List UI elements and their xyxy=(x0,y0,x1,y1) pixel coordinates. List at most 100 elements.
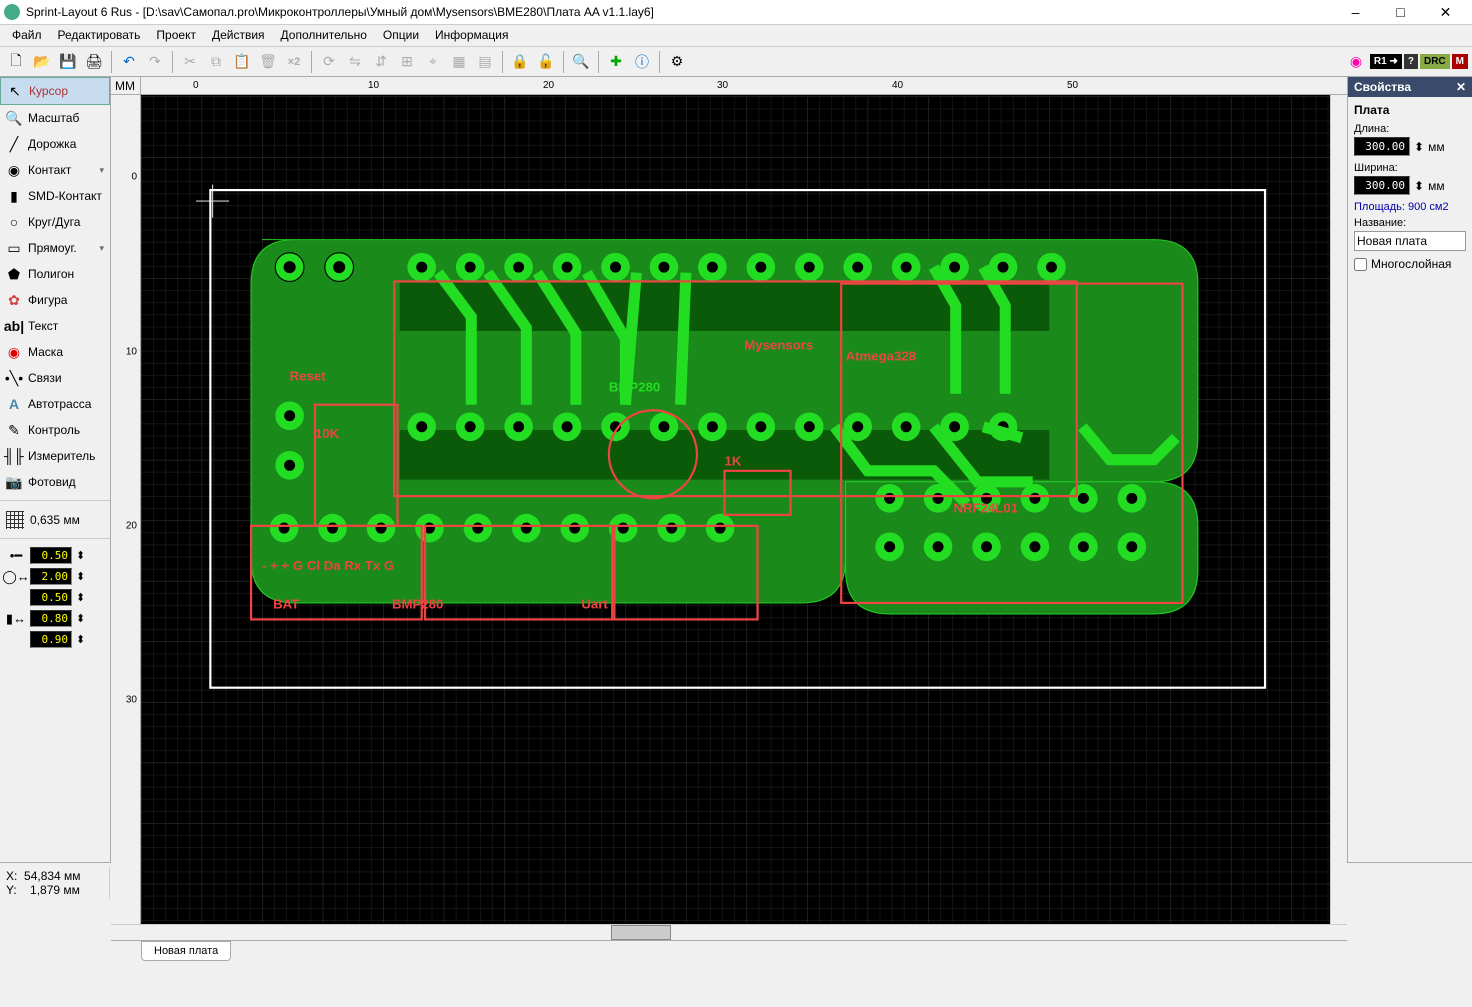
open-icon[interactable]: 📂 xyxy=(30,50,54,74)
tool-label: Курсор xyxy=(29,84,103,98)
ruler-horizontal: MM 01020304050 xyxy=(111,77,1347,95)
param-smd-h[interactable]: 0.90 ⬍ xyxy=(0,629,110,650)
mirror-h-icon[interactable]: ⇋ xyxy=(343,50,367,74)
cut-icon[interactable]: ✂ xyxy=(178,50,202,74)
tool-shape[interactable]: ✿ Фигура xyxy=(0,287,110,313)
minimize-button[interactable]: – xyxy=(1333,1,1378,24)
record-icon[interactable]: ◉ xyxy=(1344,50,1368,74)
search-icon[interactable]: 🔍 xyxy=(569,50,593,74)
param-pad-outer[interactable]: ◯↔ 2.00 ⬍ xyxy=(0,566,110,587)
redo-icon[interactable]: ↷ xyxy=(143,50,167,74)
paste-icon[interactable]: 📋 xyxy=(230,50,254,74)
properties-header: Свойства ✕ xyxy=(1348,77,1472,97)
menu-actions[interactable]: Действия xyxy=(204,25,273,46)
tool-polygon[interactable]: ⬟ Полигон xyxy=(0,261,110,287)
tool-label: Прямоуг. xyxy=(28,241,93,255)
unit-icon: ⬍ xyxy=(76,633,85,646)
menu-file[interactable]: Файл xyxy=(4,25,50,46)
tool-cursor[interactable]: ↖ Курсор xyxy=(0,77,110,105)
param-value[interactable]: 0.50 xyxy=(30,589,72,606)
info-icon[interactable]: ⓘ xyxy=(630,50,654,74)
tool-pad[interactable]: ◉ Контакт ▾ xyxy=(0,157,110,183)
badge-help[interactable]: ? xyxy=(1404,54,1418,69)
unit-suffix: мм xyxy=(1428,140,1445,154)
mask-icon: ◉ xyxy=(6,344,22,360)
delete-icon[interactable]: 🗑 xyxy=(256,50,280,74)
close-button[interactable]: ✕ xyxy=(1423,1,1468,24)
silk-bat: BAT xyxy=(273,596,299,611)
field-width: Ширина: 300.00 ⬍ мм xyxy=(1354,162,1466,195)
spinner-icon[interactable]: ⬍ xyxy=(1414,140,1424,154)
tool-rect[interactable]: ▭ Прямоуг. ▾ xyxy=(0,235,110,261)
badge-drc[interactable]: DRC xyxy=(1420,54,1450,69)
tool-mask[interactable]: ◉ Маска xyxy=(0,339,110,365)
unit-icon: ⬍ xyxy=(76,591,85,604)
x-label: X: xyxy=(6,869,17,883)
param-value[interactable]: 0.80 xyxy=(30,610,72,627)
grid-setting[interactable]: 0,635 мм xyxy=(0,507,110,533)
group-label: Плата xyxy=(1354,103,1466,117)
polygon-icon: ⬟ xyxy=(6,266,22,282)
width-value[interactable]: 300.00 xyxy=(1354,176,1410,195)
menu-project[interactable]: Проект xyxy=(148,25,204,46)
snap-icon[interactable]: ⌖ xyxy=(421,50,445,74)
undo-icon[interactable]: ↶ xyxy=(117,50,141,74)
print-icon[interactable]: 🖨 xyxy=(82,50,106,74)
close-panel-icon[interactable]: ✕ xyxy=(1456,80,1466,94)
tool-autoroute[interactable]: A Автотрасса xyxy=(0,391,110,417)
rect-icon: ▭ xyxy=(6,240,22,256)
save-icon[interactable]: 💾 xyxy=(56,50,80,74)
tool-smd[interactable]: ▮ SMD-Контакт xyxy=(0,183,110,209)
tool-photo[interactable]: 📷 Фотовид xyxy=(0,469,110,495)
unit-icon: ⬍ xyxy=(76,549,85,562)
param-track-width[interactable]: •━ 0.50 ⬍ xyxy=(0,545,110,566)
tool-track[interactable]: ╱ Дорожка xyxy=(0,131,110,157)
group-icon[interactable]: ▦ xyxy=(447,50,471,74)
param-pad-inner[interactable]: 0.50 ⬍ xyxy=(0,587,110,608)
board-name-input[interactable] xyxy=(1354,231,1466,251)
x-value: 54,834 мм xyxy=(24,869,81,883)
ungroup-icon[interactable]: ▤ xyxy=(473,50,497,74)
param-value[interactable]: 0.90 xyxy=(30,631,72,648)
tool-zoom[interactable]: 🔍 Масштаб xyxy=(0,105,110,131)
badge-r1[interactable]: R1 ➜ xyxy=(1370,54,1402,69)
multilayer-row[interactable]: Многослойная xyxy=(1354,257,1466,271)
scrollbar-horizontal[interactable] xyxy=(111,924,1347,940)
menu-edit[interactable]: Редактировать xyxy=(50,25,149,46)
menu-info[interactable]: Информация xyxy=(427,25,516,46)
unlock-icon[interactable]: 🔓 xyxy=(534,50,558,74)
duplicate-icon[interactable]: ×2 xyxy=(282,50,306,74)
tool-text[interactable]: ab| Текст xyxy=(0,313,110,339)
tool-measure[interactable]: ╢╟ Измеритель xyxy=(0,443,110,469)
tool-test[interactable]: ✎ Контроль xyxy=(0,417,110,443)
mirror-v-icon[interactable]: ⇵ xyxy=(369,50,393,74)
maximize-button[interactable]: □ xyxy=(1378,1,1423,24)
menu-options[interactable]: Опции xyxy=(375,25,427,46)
scrollbar-thumb[interactable] xyxy=(611,925,671,940)
align-icon[interactable]: ⊞ xyxy=(395,50,419,74)
multilayer-checkbox[interactable] xyxy=(1354,258,1367,271)
separator xyxy=(598,51,599,73)
text-icon: ab| xyxy=(6,318,22,334)
menu-extra[interactable]: Дополнительно xyxy=(273,25,375,46)
tool-connect[interactable]: •╲• Связи xyxy=(0,365,110,391)
badge-macro[interactable]: M xyxy=(1452,54,1468,69)
rotate-icon[interactable]: ⟳ xyxy=(317,50,341,74)
param-value[interactable]: 0.50 xyxy=(30,547,72,564)
photo-icon: 📷 xyxy=(6,474,22,490)
param-value[interactable]: 2.00 xyxy=(30,568,72,585)
spinner-icon[interactable]: ⬍ xyxy=(1414,179,1424,193)
scrollbar-vertical[interactable] xyxy=(1330,95,1347,924)
tab-board[interactable]: Новая плата xyxy=(141,941,231,961)
crosshair-icon[interactable]: ✚ xyxy=(604,50,628,74)
length-value[interactable]: 300.00 xyxy=(1354,137,1410,156)
copy-icon[interactable]: ⧉ xyxy=(204,50,228,74)
tool-circle[interactable]: ○ Круг/Дуга xyxy=(0,209,110,235)
pcb-canvas[interactable]: Reset 10K 1K Mysensors Atmega328 NRF24L0… xyxy=(141,95,1330,924)
param-smd-w[interactable]: ▮↔ 0.80 ⬍ xyxy=(0,608,110,629)
tool-label: Контакт xyxy=(28,163,93,177)
lock-icon[interactable]: 🔒 xyxy=(508,50,532,74)
separator xyxy=(0,533,110,539)
gear-icon[interactable]: ⚙ xyxy=(665,50,689,74)
new-icon[interactable]: 🗋 xyxy=(4,50,28,74)
